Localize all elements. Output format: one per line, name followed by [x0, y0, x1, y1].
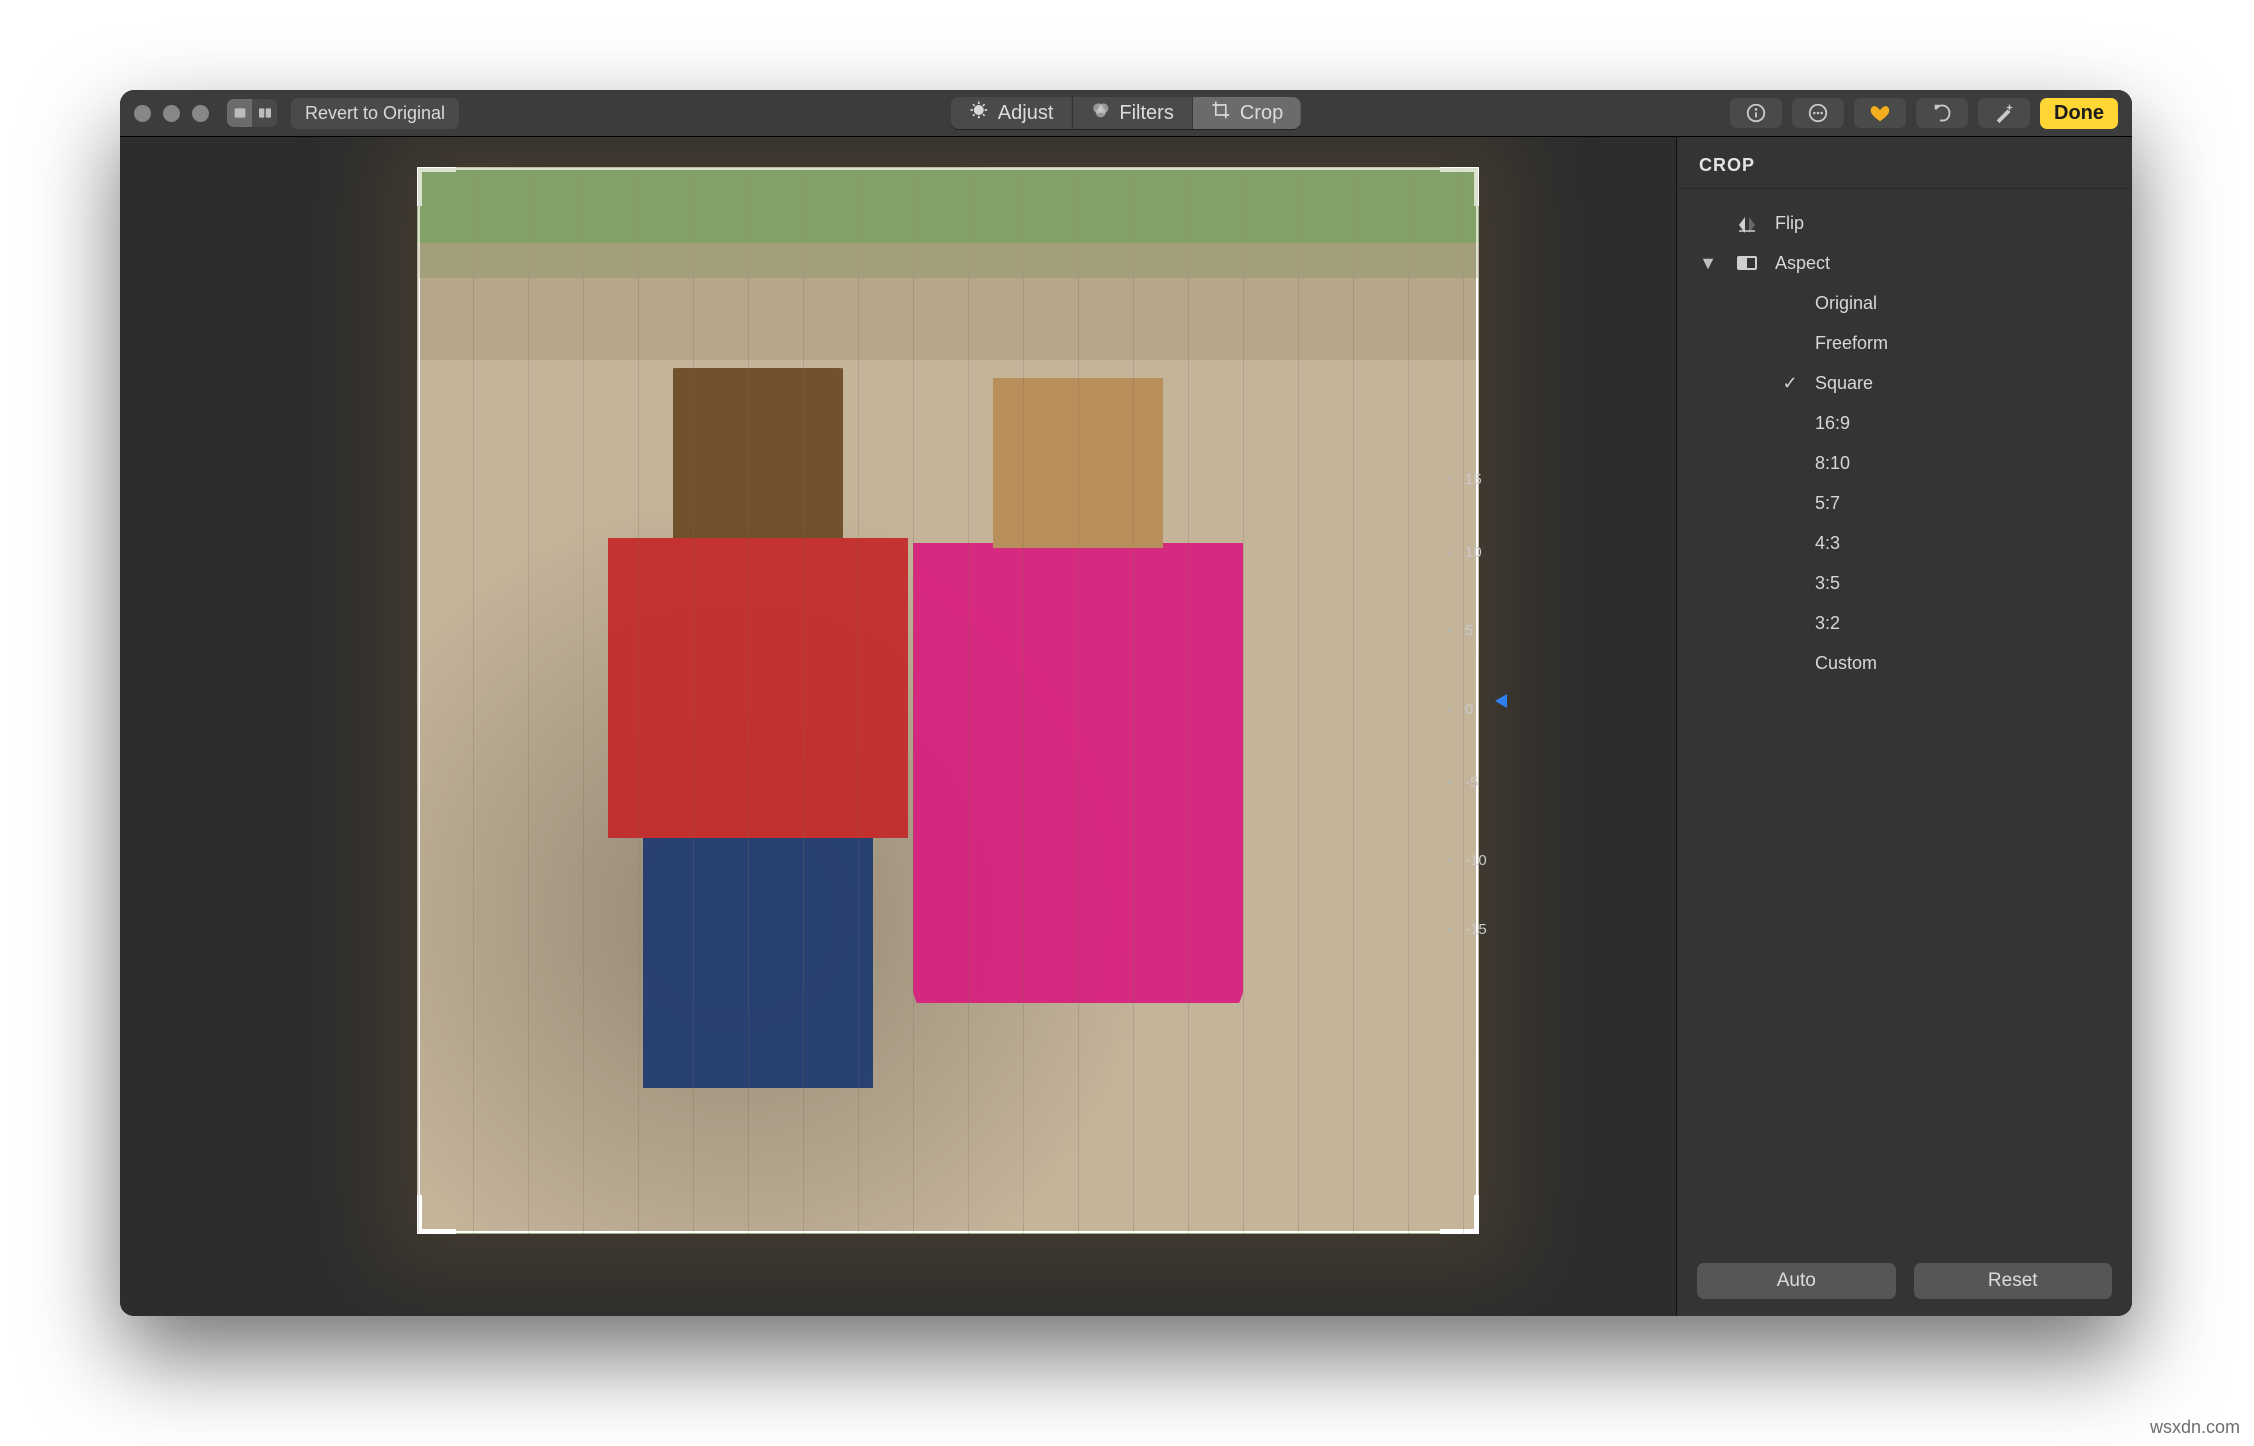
rotate-button[interactable]: [1916, 98, 1968, 128]
crop-handle-top-right[interactable]: [1440, 167, 1479, 206]
dial-label: 5: [1465, 622, 1473, 639]
aspect-option-3-5[interactable]: 3:5: [1697, 563, 2112, 603]
view-split-button[interactable]: [252, 99, 277, 127]
option-label: Square: [1815, 373, 1873, 394]
checkmark-icon: ✓: [1779, 373, 1801, 394]
crop-handle-bottom-left[interactable]: [417, 1195, 456, 1234]
tab-filters-label: Filters: [1119, 102, 1173, 125]
dial-label: -10: [1465, 852, 1487, 869]
tab-crop[interactable]: Crop: [1192, 97, 1301, 129]
option-label: 4:3: [1815, 533, 1840, 554]
aspect-label: Aspect: [1775, 253, 1830, 274]
done-button[interactable]: Done: [2040, 98, 2118, 129]
aspect-option-square[interactable]: ✓ Square: [1697, 363, 2112, 403]
aspect-option-original[interactable]: Original: [1697, 283, 2112, 323]
edit-mode-tabs: Adjust Filters Crop: [951, 97, 1301, 129]
tab-adjust-label: Adjust: [998, 102, 1054, 125]
maximize-icon[interactable]: [192, 105, 209, 122]
photo[interactable]: 15 10 5 0 -5 -10 -15: [417, 167, 1479, 1234]
aspect-option-5-7[interactable]: 5:7: [1697, 483, 2112, 523]
auto-enhance-button[interactable]: [1978, 98, 2030, 128]
aspect-option-custom[interactable]: Custom: [1697, 643, 2112, 683]
option-label: Freeform: [1815, 333, 1888, 354]
option-label: 3:2: [1815, 613, 1840, 634]
option-label: 8:10: [1815, 453, 1850, 474]
flip-icon: [1733, 211, 1761, 235]
flip-label: Flip: [1775, 213, 1804, 234]
aspect-option-16-9[interactable]: 16:9: [1697, 403, 2112, 443]
editor-body: 15 10 5 0 -5 -10 -15 CROP: [120, 137, 2132, 1316]
view-toggle: [227, 99, 277, 127]
photo-canvas[interactable]: 15 10 5 0 -5 -10 -15: [120, 137, 1676, 1316]
disclosure-triangle-icon[interactable]: ▼: [1697, 253, 1719, 274]
dial-label: 10: [1465, 544, 1482, 561]
favorite-button[interactable]: [1854, 98, 1906, 128]
close-icon[interactable]: [134, 105, 151, 122]
tab-crop-label: Crop: [1240, 102, 1283, 125]
aspect-option-8-10[interactable]: 8:10: [1697, 443, 2112, 483]
reset-button[interactable]: Reset: [1914, 1263, 2113, 1299]
toolbar-right: Done: [1730, 98, 2118, 129]
window-controls: [134, 105, 209, 122]
option-label: Original: [1815, 293, 1877, 314]
aspect-row[interactable]: ▼ Aspect: [1697, 243, 2112, 283]
toolbar: Revert to Original Adjust Filters Crop: [120, 90, 2132, 137]
dial-label: -15: [1465, 921, 1487, 938]
more-button[interactable]: [1792, 98, 1844, 128]
straighten-dial[interactable]: 15 10 5 0 -5 -10 -15: [1430, 471, 1550, 931]
aspect-icon: [1733, 251, 1761, 275]
auto-button[interactable]: Auto: [1697, 1263, 1896, 1299]
crop-handle-bottom-right[interactable]: [1440, 1195, 1479, 1234]
flip-row[interactable]: Flip: [1697, 203, 2112, 243]
sidebar-title: CROP: [1677, 137, 2132, 189]
minimize-icon[interactable]: [163, 105, 180, 122]
dial-indicator-icon[interactable]: [1487, 694, 1507, 708]
aspect-option-freeform[interactable]: Freeform: [1697, 323, 2112, 363]
tab-adjust[interactable]: Adjust: [951, 97, 1072, 129]
option-label: 3:5: [1815, 573, 1840, 594]
aspect-option-3-2[interactable]: 3:2: [1697, 603, 2112, 643]
option-label: 16:9: [1815, 413, 1850, 434]
photo-subject: [598, 368, 918, 1088]
crop-handle-top-left[interactable]: [417, 167, 456, 206]
photo-subject: [908, 378, 1248, 1078]
info-button[interactable]: [1730, 98, 1782, 128]
revert-button[interactable]: Revert to Original: [291, 98, 459, 129]
option-label: 5:7: [1815, 493, 1840, 514]
app-window: Revert to Original Adjust Filters Crop: [120, 90, 2132, 1316]
dial-label: 0: [1465, 701, 1473, 718]
crop-rectangle[interactable]: [418, 168, 1478, 1233]
adjust-icon: [969, 100, 989, 126]
tab-filters[interactable]: Filters: [1071, 97, 1191, 129]
crop-icon: [1211, 100, 1231, 126]
sidebar-footer: Auto Reset: [1677, 1249, 2132, 1316]
dial-label: -5: [1465, 774, 1478, 791]
aspect-option-4-3[interactable]: 4:3: [1697, 523, 2112, 563]
source-watermark: wsxdn.com: [2150, 1417, 2240, 1438]
dial-label: 15: [1465, 471, 1482, 488]
crop-sidebar: CROP Flip ▼ Aspect: [1676, 137, 2132, 1316]
filters-icon: [1090, 100, 1110, 126]
view-single-button[interactable]: [227, 99, 252, 127]
option-label: Custom: [1815, 653, 1877, 674]
